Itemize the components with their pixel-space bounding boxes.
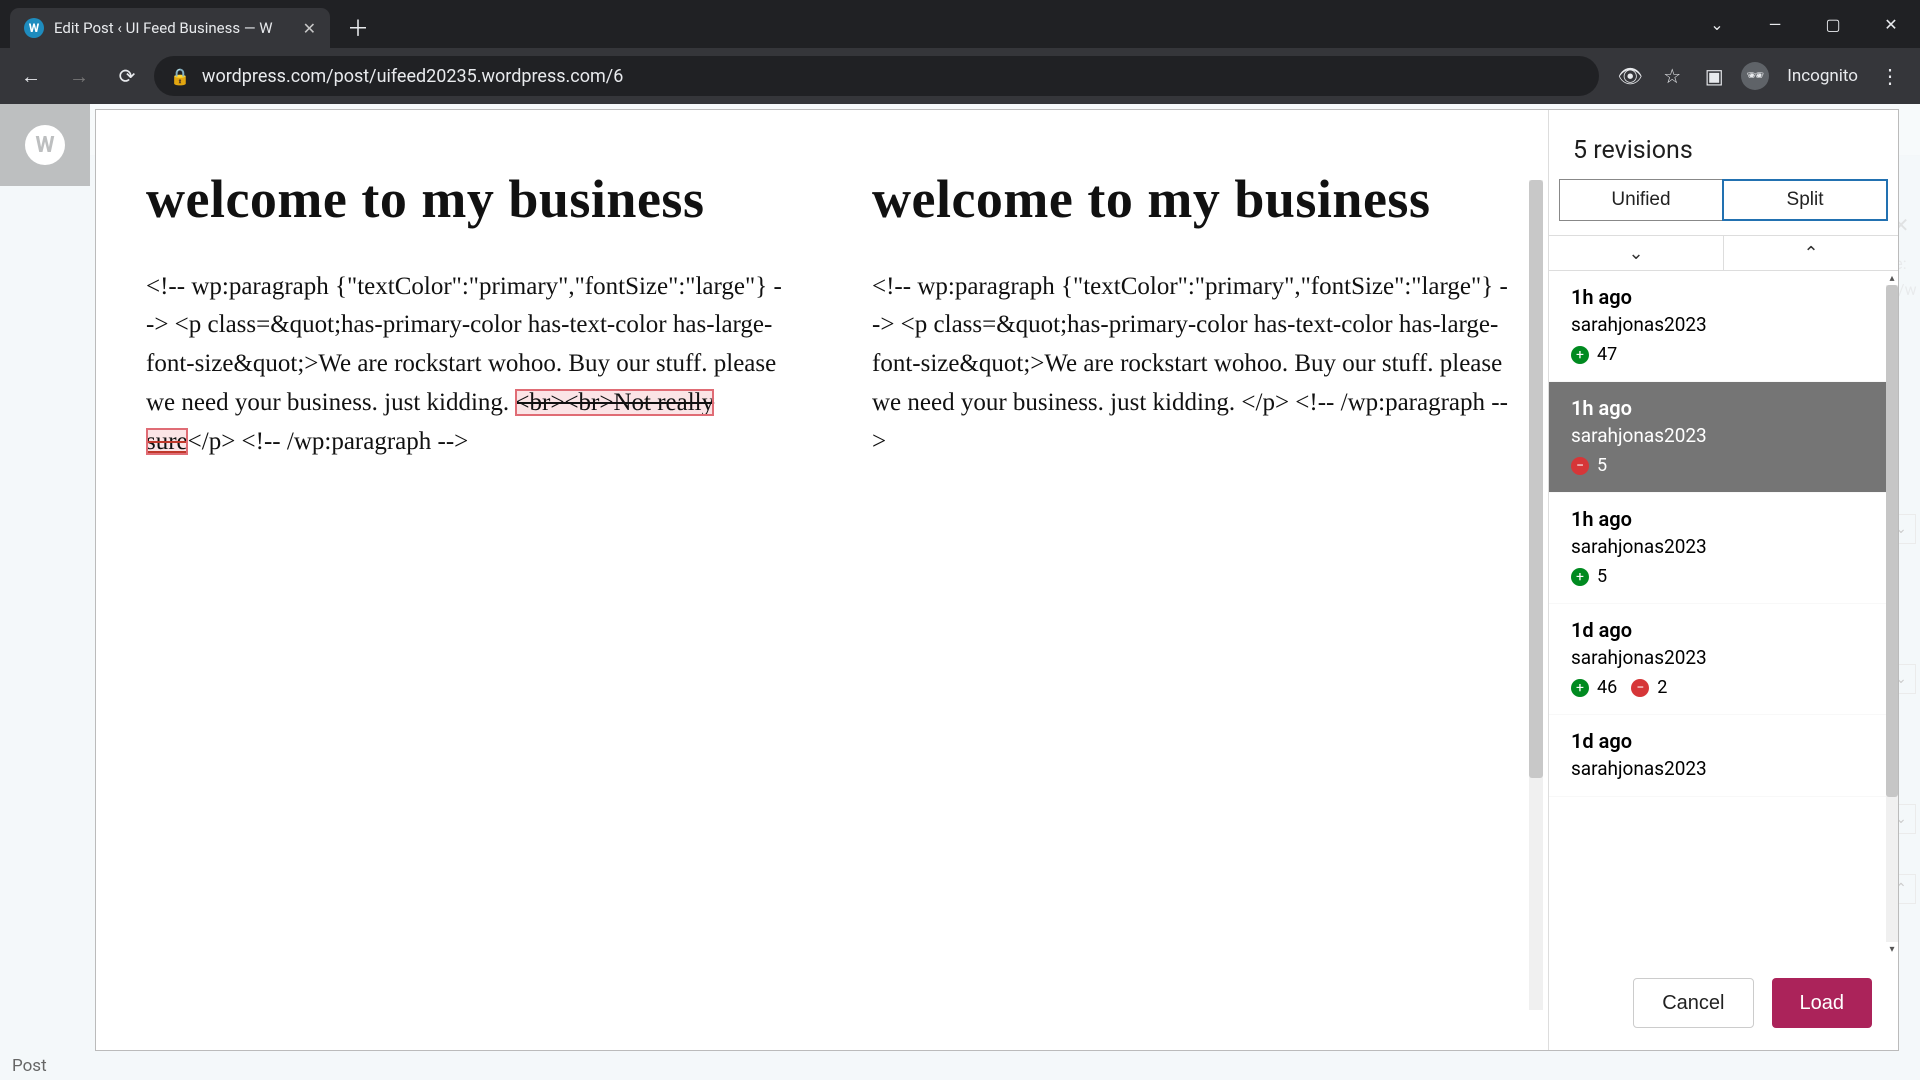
- revision-item[interactable]: 1d ago sarahjonas2023: [1549, 715, 1898, 797]
- tab-title: Edit Post ‹ UI Feed Business — W: [54, 19, 293, 37]
- revision-badges: +5: [1571, 566, 1876, 587]
- wordpress-favicon-icon: W: [24, 18, 44, 38]
- added-count: 47: [1597, 344, 1617, 365]
- removed-text-2: sure: [146, 428, 188, 455]
- browser-tab[interactable]: W Edit Post ‹ UI Feed Business — W ✕: [10, 8, 330, 48]
- bookmark-star-icon[interactable]: ☆: [1657, 61, 1687, 91]
- list-scroll-down-icon[interactable]: ▾: [1886, 942, 1898, 956]
- revision-author: sarahjonas2023: [1571, 313, 1876, 336]
- removed-text-1: <br><br>Not really: [515, 389, 714, 416]
- revisions-sidebar: 5 revisions Unified Split ⌄ ⌃ ▴ ▾ 1h ago…: [1548, 110, 1898, 1050]
- url-text: wordpress.com/post/uifeed20235.wordpress…: [202, 66, 623, 87]
- revision-author: sarahjonas2023: [1571, 535, 1876, 558]
- window-minimize-button[interactable]: ―: [1746, 4, 1804, 44]
- eye-off-icon[interactable]: 👁: [1615, 61, 1645, 91]
- revision-time: 1h ago: [1571, 507, 1876, 531]
- diff-column-after: welcome to my business <!-- wp:paragraph…: [822, 110, 1548, 1050]
- revision-item[interactable]: 1h ago sarahjonas2023 +5: [1549, 493, 1898, 604]
- revision-time: 1d ago: [1571, 729, 1876, 753]
- diff-body-before: <!-- wp:paragraph {"textColor":"primary"…: [146, 268, 782, 462]
- post-title-after: welcome to my business: [872, 168, 1508, 232]
- lock-icon: 🔒: [170, 67, 190, 86]
- window-close-button[interactable]: ✕: [1862, 4, 1920, 44]
- removed-count: 5: [1597, 455, 1607, 476]
- revision-list[interactable]: ▴ ▾ 1h ago sarahjonas2023 +47 1h ago sarahjo…: [1549, 271, 1898, 956]
- post-title-before: welcome to my business: [146, 168, 782, 232]
- list-scroll-up-icon[interactable]: ▴: [1886, 271, 1898, 285]
- removed-icon: −: [1571, 457, 1589, 475]
- forward-button: →: [58, 55, 100, 97]
- list-scrollbar[interactable]: [1886, 285, 1898, 942]
- revision-badges: +47: [1571, 344, 1876, 365]
- next-revision-button[interactable]: ⌃: [1724, 236, 1898, 270]
- removed-count: 2: [1657, 677, 1667, 698]
- extensions-icon[interactable]: ▣: [1699, 61, 1729, 91]
- revisions-modal: welcome to my business <!-- wp:paragraph…: [96, 110, 1898, 1050]
- revision-badges: −5: [1571, 455, 1876, 476]
- revisions-heading: 5 revisions: [1549, 110, 1898, 179]
- chevron-down-icon[interactable]: ⌄: [1688, 4, 1746, 44]
- diff-body-after: <!-- wp:paragraph {"textColor":"primary"…: [872, 268, 1508, 462]
- revision-author: sarahjonas2023: [1571, 646, 1876, 669]
- reload-button[interactable]: ⟳: [106, 55, 148, 97]
- removed-icon: −: [1631, 679, 1649, 697]
- added-count: 46: [1597, 677, 1617, 698]
- diff-column-before: welcome to my business <!-- wp:paragraph…: [96, 110, 822, 1050]
- added-icon: +: [1571, 679, 1589, 697]
- window-maximize-button[interactable]: ▢: [1804, 4, 1862, 44]
- status-bar-label: Post: [12, 1056, 47, 1076]
- revision-author: sarahjonas2023: [1571, 424, 1876, 447]
- cancel-button[interactable]: Cancel: [1633, 978, 1753, 1028]
- revision-badges: +46−2: [1571, 677, 1876, 698]
- load-button[interactable]: Load: [1772, 978, 1873, 1028]
- view-unified-button[interactable]: Unified: [1559, 179, 1722, 221]
- revision-time: 1d ago: [1571, 618, 1876, 642]
- menu-dots-icon[interactable]: ⋮: [1870, 64, 1910, 88]
- revision-item[interactable]: 1h ago sarahjonas2023 −5: [1549, 382, 1898, 493]
- close-tab-icon[interactable]: ✕: [303, 19, 316, 38]
- revision-item[interactable]: 1d ago sarahjonas2023 +46−2: [1549, 604, 1898, 715]
- added-count: 5: [1597, 566, 1607, 587]
- added-icon: +: [1571, 346, 1589, 364]
- prev-revision-button[interactable]: ⌄: [1549, 236, 1724, 270]
- back-button[interactable]: ←: [10, 55, 52, 97]
- revision-time: 1h ago: [1571, 285, 1876, 309]
- new-tab-button[interactable]: ＋: [342, 11, 374, 43]
- revision-time: 1h ago: [1571, 396, 1876, 420]
- diff-view-segmented: Unified Split: [1549, 179, 1898, 235]
- view-split-button[interactable]: Split: [1722, 179, 1888, 221]
- incognito-avatar-icon[interactable]: 🕶: [1741, 62, 1769, 90]
- address-bar[interactable]: 🔒 wordpress.com/post/uifeed20235.wordpre…: [154, 56, 1599, 96]
- incognito-label: Incognito: [1787, 66, 1858, 86]
- added-icon: +: [1571, 568, 1589, 586]
- revision-item[interactable]: 1h ago sarahjonas2023 +47: [1549, 271, 1898, 382]
- revision-author: sarahjonas2023: [1571, 757, 1876, 780]
